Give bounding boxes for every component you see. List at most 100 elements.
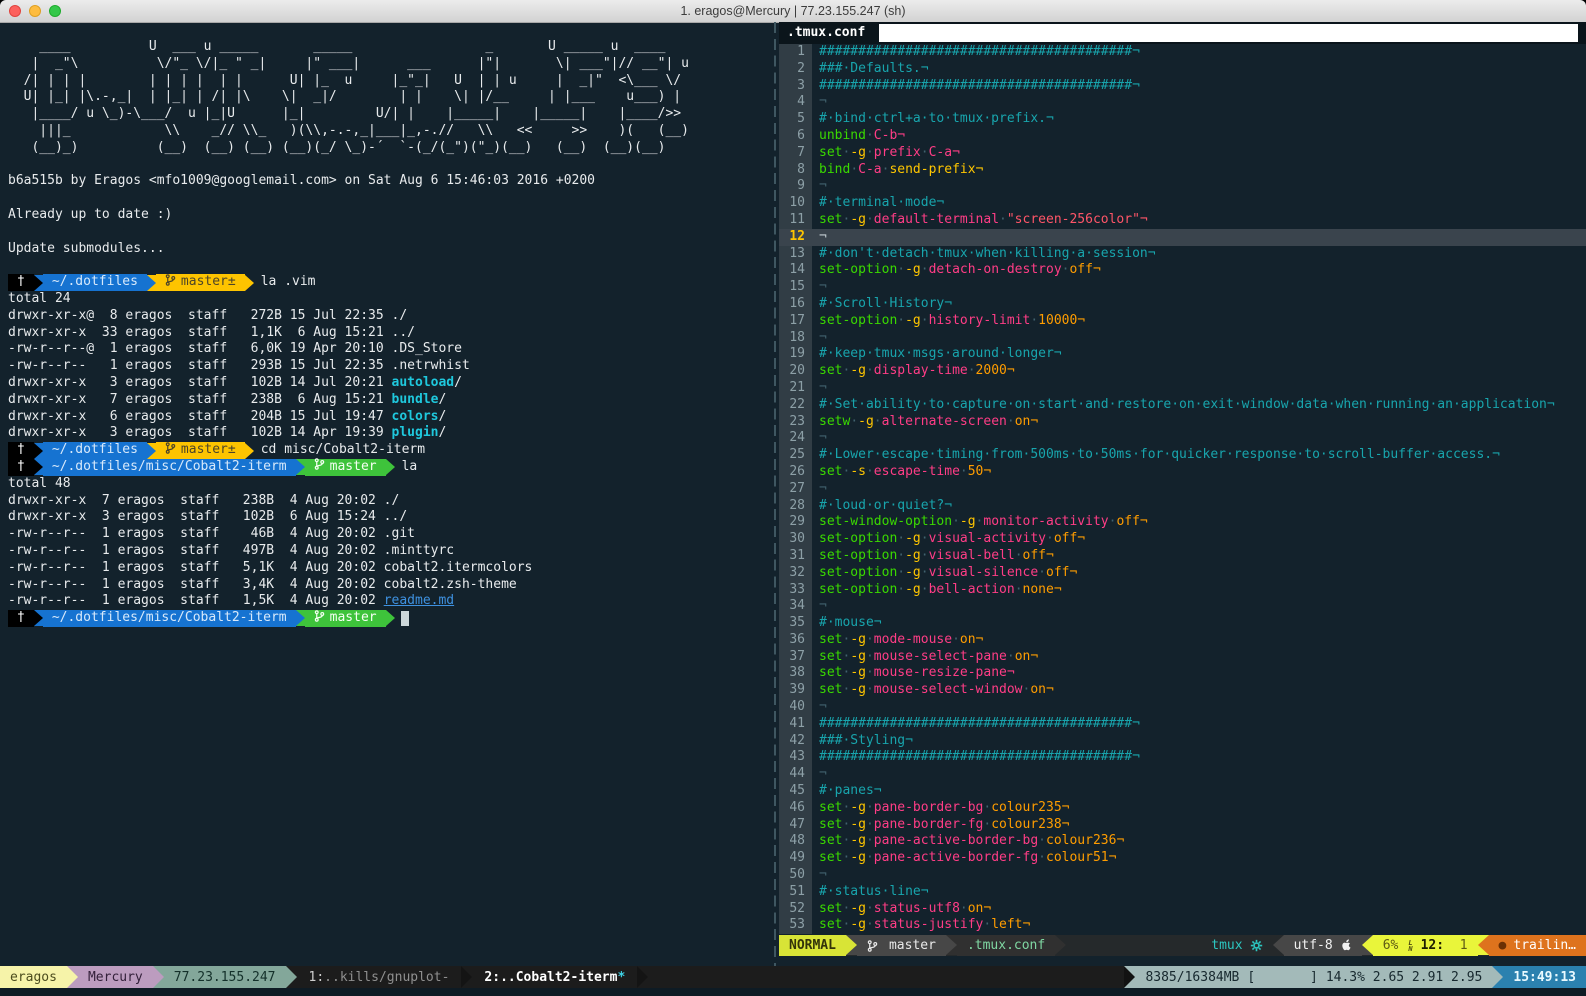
line-number: 34 — [779, 598, 812, 615]
token-pu: ¬ — [819, 430, 827, 445]
token-opt: C-a — [858, 162, 881, 177]
token-fl: -g — [850, 800, 866, 815]
line-content: set-option·-g·detach-on-destroy·off¬ — [812, 262, 1586, 279]
token-pu: · — [960, 464, 968, 479]
token-pu: · — [897, 531, 905, 546]
scroll-percent: 6% — [1383, 938, 1399, 953]
token-pu: · — [897, 313, 905, 328]
token-num: off¬ — [1069, 262, 1100, 277]
blank-line — [8, 157, 770, 174]
token-num: 10000¬ — [1038, 313, 1085, 328]
line-content: ¬ — [812, 766, 1586, 783]
terminal-line: drwxr-xr-x 7 eragos staff 238B 4 Aug 20:… — [8, 493, 770, 510]
window-bottom-edge — [0, 988, 1586, 996]
token-num: left¬ — [991, 917, 1030, 932]
line-number: 9 — [779, 178, 812, 195]
token-fl: -g — [850, 833, 866, 848]
blank-line — [8, 190, 770, 207]
token-w: drwxr-xr-x 3 eragos staff 102B 6 Aug 15:… — [8, 509, 407, 526]
token-w: total 48 — [8, 476, 71, 493]
token-w: / — [438, 409, 446, 426]
vim-line: 3#######################################… — [779, 78, 1586, 95]
typed-command: la .vim — [261, 274, 316, 291]
window-index: 1: — [309, 970, 325, 985]
token-str: "screen-256color"¬ — [1007, 212, 1148, 227]
line-number: 41 — [779, 716, 812, 733]
vim-line: 46set·-g·pane-border-bg·colour235¬ — [779, 800, 1586, 817]
line-content: ¬ — [812, 380, 1586, 397]
token-fl: -g — [850, 212, 866, 227]
vim-line: 53set·-g·status-justify·left¬ — [779, 917, 1586, 934]
token-pu: · — [866, 817, 874, 832]
token-opt: mouse-resize-pane¬ — [874, 665, 1015, 680]
vim-line: 23setw·-g·alternate-screen·on¬ — [779, 414, 1586, 431]
vim-pane[interactable]: .tmux.conf 1############################… — [779, 22, 1586, 966]
token-dir: plugin — [392, 425, 439, 442]
line-content: ########################################… — [812, 44, 1586, 61]
token-dir: colors — [392, 409, 439, 426]
line-number: 51 — [779, 884, 812, 901]
line-number-icon: LN — [1408, 940, 1412, 952]
token-num: on¬ — [1015, 414, 1038, 429]
line-content: #·keep·tmux·msgs·around·longer¬ — [812, 346, 1586, 363]
token-pu: · — [897, 548, 905, 563]
token-pu: · — [921, 262, 929, 277]
token-opt: display-time — [874, 363, 968, 378]
token-fl: -g — [850, 665, 866, 680]
token-pu: · — [897, 262, 905, 277]
vim-line: 28#·loud·or·quiet?¬ — [779, 498, 1586, 515]
powerline-separator — [386, 610, 395, 626]
line-content: #·bind·ctrl+a·to·tmux·prefix.¬ — [812, 111, 1586, 128]
line-content: set·-g·mouse-resize-pane¬ — [812, 665, 1586, 682]
vim-line: 41######################################… — [779, 716, 1586, 733]
token-w: drwxr-xr-x 33 eragos staff 1,1K 6 Aug 15… — [8, 325, 415, 342]
vim-tab-tmux-conf[interactable]: .tmux.conf — [779, 22, 879, 44]
vim-line: 33set-option·-g·bell-action·none¬ — [779, 582, 1586, 599]
token-w: (__)_) (__) (__) (__) (__)(_/ \_)-´ `-(_… — [8, 140, 665, 157]
token-cm: #·Set·ability·to·capture·on·start·and·re… — [819, 397, 1555, 412]
vim-line: 19#·keep·tmux·msgs·around·longer¬ — [779, 346, 1586, 363]
prompt-branch-segment: master± — [156, 442, 245, 459]
token-pu: · — [866, 800, 874, 815]
token-k: set-option — [819, 262, 897, 277]
token-opt: pane-active-border-fg — [874, 850, 1038, 865]
line-content: setw·-g·alternate-screen·on¬ — [812, 414, 1586, 431]
token-opt: alternate-screen — [882, 414, 1007, 429]
vim-line: 32set-option·-g·visual-silence·off¬ — [779, 565, 1586, 582]
line-indicator: 12: — [1421, 938, 1444, 953]
terminal-line: |||_ \\ _// \\_ )(\\,-.-,_|___|_,-.// \\… — [8, 123, 770, 140]
token-opt: pane-border-bg — [874, 800, 984, 815]
token-fl: -g — [905, 565, 921, 580]
prompt-host-segment: † — [8, 459, 34, 476]
gear-icon — [1250, 939, 1263, 952]
line-number: 2 — [779, 61, 812, 78]
token-pu: · — [1015, 582, 1023, 597]
token-opt: visual-bell — [929, 548, 1015, 563]
token-num: colour238¬ — [991, 817, 1069, 832]
token-pu: · — [1007, 414, 1015, 429]
terminal-line: /| | | | | | | | | | U| |_ u |_"_| U | |… — [8, 73, 770, 90]
line-content: set·-g·mouse-select-pane·on¬ — [812, 649, 1586, 666]
tmux-pane-divider[interactable] — [770, 22, 779, 966]
token-pu: ¬ — [819, 330, 827, 345]
token-w: |||_ \\ _// \\_ )(\\,-.-,_|___|_,-.// \\… — [8, 123, 689, 140]
vim-line: 35#·mouse¬ — [779, 615, 1586, 632]
shell-pane[interactable]: ____ U ___ u _____ _____ _ U _____ u ___… — [0, 22, 770, 966]
line-number: 33 — [779, 582, 812, 599]
vim-line: 34¬ — [779, 598, 1586, 615]
token-k: set — [819, 901, 842, 916]
token-cm: #·bind·ctrl+a·to·tmux·prefix.¬ — [819, 111, 1054, 126]
line-content: set-option·-g·history-limit·10000¬ — [812, 313, 1586, 330]
line-number: 32 — [779, 565, 812, 582]
tmux-window-1[interactable]: 1:..kills/gnuplot- — [297, 966, 462, 988]
vim-line: 10#·terminal·mode¬ — [779, 195, 1586, 212]
window-index: 2: — [484, 970, 500, 985]
line-content: ###·Styling¬ — [812, 733, 1586, 750]
vim-buffer[interactable]: 1#######################################… — [779, 44, 1586, 934]
line-content: #·status·line¬ — [812, 884, 1586, 901]
tmux-window-2[interactable]: 2:..Cobalt2-iterm* — [472, 966, 637, 988]
token-k: set-option — [819, 531, 897, 546]
token-num: colour235¬ — [991, 800, 1069, 815]
line-content: ########################################… — [812, 78, 1586, 95]
token-link: readme.md — [384, 593, 454, 610]
